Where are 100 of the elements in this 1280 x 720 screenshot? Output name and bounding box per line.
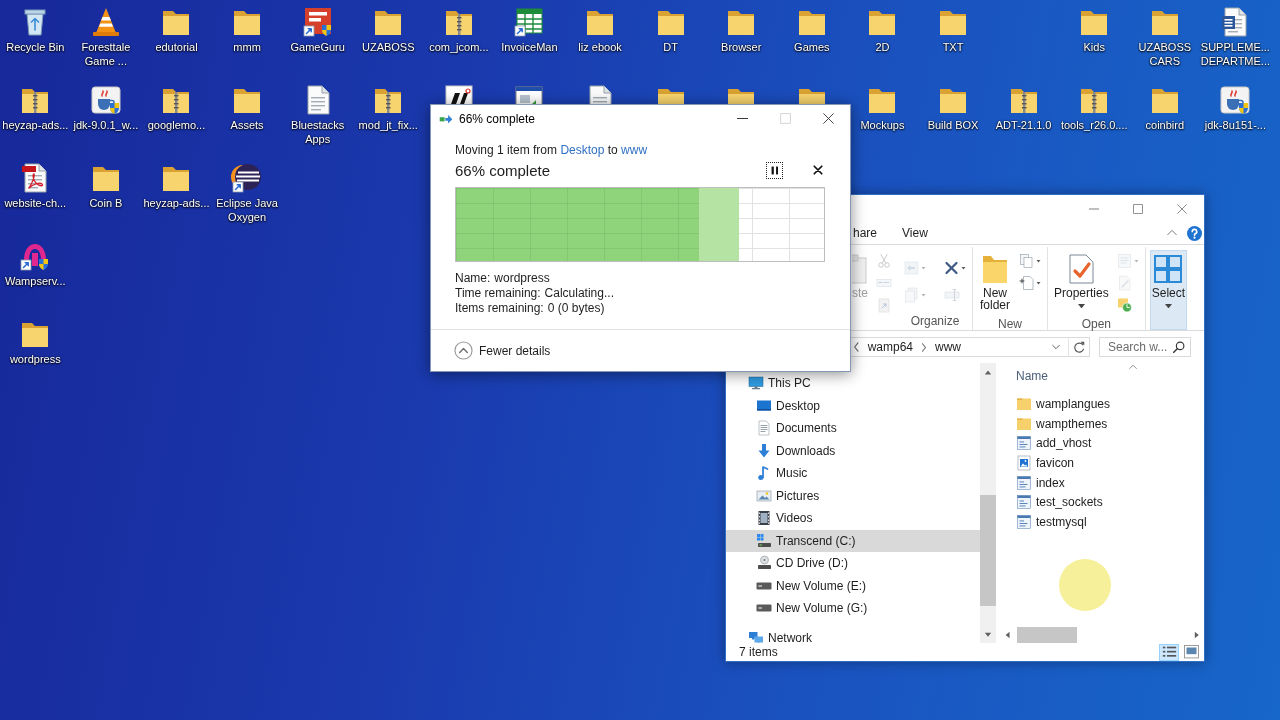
desktop-icon-label[interactable]: ADT-21.1.0 bbox=[995, 118, 1052, 132]
help-icon[interactable] bbox=[1187, 225, 1202, 241]
nav-item[interactable]: New Volume (E:) bbox=[726, 574, 980, 597]
desktop-icon-label[interactable]: mmm bbox=[233, 40, 261, 54]
desktop-icon-label[interactable]: tools_r26.0.... bbox=[1060, 118, 1128, 132]
transfer-arrow-icon bbox=[439, 112, 453, 125]
page-icon bbox=[1116, 253, 1139, 269]
app-tile-icon[interactable] bbox=[301, 6, 334, 38]
dialog-title: 66% complete bbox=[459, 111, 537, 126]
image-file-icon bbox=[1016, 454, 1032, 471]
desktop-icon-label[interactable]: jdk-9.0.1_w... bbox=[73, 118, 139, 132]
properties-button[interactable]: Properties bbox=[1052, 250, 1111, 310]
scrollbar-thumb[interactable] bbox=[980, 495, 996, 607]
destination-link[interactable]: www bbox=[621, 143, 648, 157]
scrollbar-thumb[interactable] bbox=[1017, 627, 1078, 643]
clock-folder-icon bbox=[1116, 297, 1133, 313]
desktop-icon-label[interactable]: heyzap-ads... bbox=[2, 118, 69, 132]
nav-item[interactable]: Transcend (C:) bbox=[726, 529, 980, 552]
desktop-icon-label[interactable]: coinbird bbox=[1145, 118, 1185, 132]
desktop-icon-label[interactable]: Kids bbox=[1083, 40, 1105, 54]
desktop-icon-label[interactable]: Assets bbox=[230, 118, 264, 132]
file-item[interactable]: index bbox=[996, 472, 1204, 493]
details-view-button[interactable] bbox=[1159, 643, 1179, 661]
desktop-icon-label[interactable]: Browser bbox=[721, 40, 762, 54]
large-icons-view-button[interactable] bbox=[1181, 643, 1201, 661]
desktop-icon-label[interactable]: UZABOSS bbox=[361, 40, 415, 54]
nav-item[interactable]: Downloads bbox=[726, 439, 980, 462]
scroll-left-arrow-icon[interactable] bbox=[1004, 631, 1011, 639]
desktop-icon-label[interactable]: googlemo... bbox=[147, 118, 206, 132]
breadcrumb-item[interactable]: www bbox=[930, 340, 966, 354]
desktop-icon-label[interactable]: InvoiceMan bbox=[501, 40, 558, 54]
search-field[interactable]: Search w... bbox=[1099, 337, 1191, 357]
nav-item[interactable]: CD Drive (D:) bbox=[726, 552, 980, 575]
desktop-icon-label[interactable]: liz ebook bbox=[578, 40, 622, 54]
nav-item[interactable]: New Volume (G:) bbox=[726, 597, 980, 620]
desktop-icon-label[interactable]: Mockups bbox=[860, 118, 905, 132]
file-item[interactable]: favicon bbox=[996, 453, 1204, 473]
desktop-icon-label[interactable]: heyzap-ads... bbox=[143, 196, 210, 210]
desktop-icon-label[interactable]: wordpress bbox=[9, 352, 61, 366]
desktop-icon-label[interactable]: Eclipse Java Oxygen bbox=[210, 196, 285, 224]
disc-drive-icon bbox=[756, 555, 772, 572]
nav-item[interactable]: Videos bbox=[726, 507, 980, 530]
file-item[interactable]: testmysql bbox=[996, 512, 1204, 532]
details-toggle[interactable]: Fewer details bbox=[454, 341, 551, 360]
scroll-up-arrow-icon[interactable] bbox=[984, 369, 992, 376]
ribbon-group-label: Organize bbox=[909, 313, 961, 330]
nav-item[interactable]: Desktop bbox=[726, 394, 980, 417]
desktop-icon-label[interactable]: TXT bbox=[942, 40, 964, 54]
arrow-box-icon bbox=[904, 259, 926, 276]
desktop-icon-label[interactable]: DT bbox=[663, 40, 678, 54]
select-button[interactable]: Select bbox=[1149, 250, 1188, 330]
nav-item[interactable]: Documents bbox=[726, 417, 980, 440]
desktop-icon-label[interactable]: jdk-8u151-... bbox=[1204, 118, 1266, 132]
script-file-icon bbox=[1016, 435, 1032, 452]
desktop-icon-label[interactable]: Recycle Bin bbox=[6, 40, 65, 54]
scroll-down-arrow-icon[interactable] bbox=[984, 631, 992, 638]
desktop-icon-label[interactable]: Coin B bbox=[89, 196, 123, 210]
name-column-header[interactable]: Name bbox=[996, 363, 1204, 388]
file-item[interactable]: test_sockets bbox=[996, 492, 1204, 513]
desktop-icon-label[interactable]: Foresttale Game ... bbox=[68, 40, 143, 68]
ribbon-tab[interactable]: hare bbox=[851, 222, 892, 244]
detail-value: wordpress bbox=[494, 271, 550, 285]
file-item[interactable]: wampthemes bbox=[996, 413, 1204, 434]
spreadsheet-icon[interactable] bbox=[513, 6, 546, 38]
desktop-icon-label[interactable]: website-ch... bbox=[4, 196, 67, 210]
pause-button[interactable] bbox=[766, 161, 783, 179]
desktop-icon-label[interactable]: GameGuru bbox=[290, 40, 345, 54]
nav-item[interactable]: Network bbox=[726, 626, 980, 643]
desktop-icon-label[interactable]: Games bbox=[794, 40, 830, 54]
breadcrumb-item[interactable]: wamp64 bbox=[862, 340, 918, 354]
nav-item[interactable]: Music bbox=[726, 462, 980, 485]
chevron-right-icon bbox=[921, 342, 927, 352]
desktop-icon-label[interactable]: mod_jt_fix... bbox=[358, 118, 418, 132]
dropdown-chevron-icon[interactable] bbox=[1052, 344, 1060, 350]
ribbon-tab[interactable]: View bbox=[891, 222, 939, 244]
new-folder-button[interactable]: New folder bbox=[977, 250, 1013, 312]
scroll-right-arrow-icon[interactable] bbox=[1193, 631, 1200, 639]
coffee-cup-icon[interactable] bbox=[89, 84, 122, 116]
address-bar[interactable]: wamp64 www bbox=[851, 337, 1090, 357]
close-icon bbox=[823, 113, 834, 124]
vertical-scrollbar[interactable] bbox=[980, 363, 996, 643]
maximize-icon bbox=[780, 113, 791, 124]
file-item[interactable]: wamplangues bbox=[996, 394, 1204, 414]
cancel-button[interactable] bbox=[811, 163, 825, 177]
file-item[interactable]: add_vhost bbox=[996, 433, 1204, 454]
desktop-icon-label[interactable]: Bluestacks Apps bbox=[280, 118, 355, 146]
source-link[interactable]: Desktop bbox=[560, 143, 605, 157]
search-icon[interactable] bbox=[1173, 341, 1185, 353]
desktop-icon-label[interactable]: 2D bbox=[875, 40, 890, 54]
striped-sphere-icon[interactable] bbox=[231, 162, 264, 194]
coffee-cup-icon[interactable] bbox=[1219, 84, 1252, 116]
pages-icon bbox=[1019, 253, 1041, 269]
desktop-icon-label[interactable]: Build BOX bbox=[927, 118, 979, 132]
nav-item[interactable]: Pictures bbox=[726, 484, 980, 507]
desktop-icon-label[interactable]: edutorial bbox=[155, 40, 198, 54]
nav-item[interactable]: This PC bbox=[726, 372, 980, 395]
desktop-icon-label[interactable]: Wampserv... bbox=[5, 274, 66, 288]
detail-label: Time remaining: bbox=[455, 286, 541, 300]
drive-icon bbox=[756, 581, 772, 590]
desktop-icon-label[interactable]: com_jcom... bbox=[429, 40, 489, 54]
